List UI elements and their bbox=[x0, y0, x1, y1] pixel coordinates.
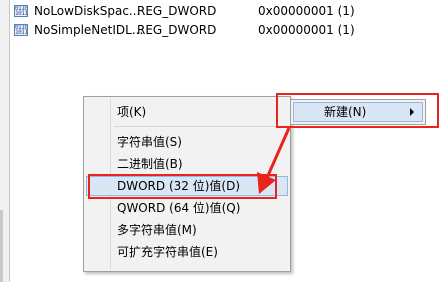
annotation-arrow-shaft bbox=[264, 127, 291, 181]
annotation-arrow bbox=[257, 127, 291, 194]
